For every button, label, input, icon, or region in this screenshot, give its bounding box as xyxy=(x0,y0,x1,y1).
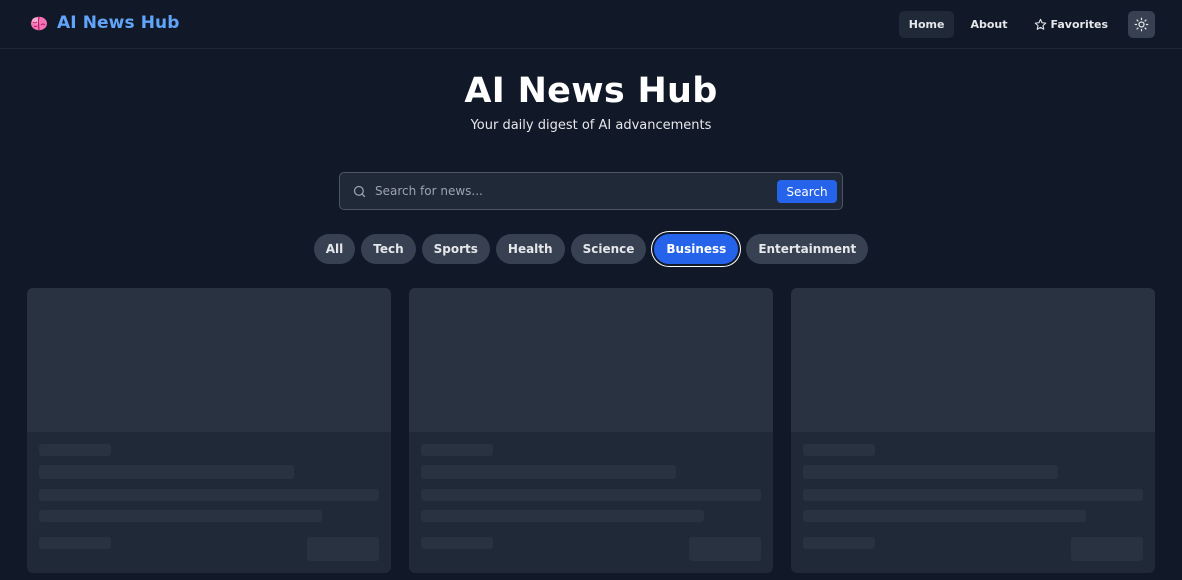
theme-toggle-button[interactable] xyxy=(1128,11,1155,38)
skeleton-button xyxy=(307,537,379,561)
skeleton-title-line xyxy=(803,465,1058,479)
search-input[interactable] xyxy=(375,181,765,201)
skeleton-date-line xyxy=(421,537,493,549)
skeleton-title-line xyxy=(421,465,676,479)
news-card-skeleton xyxy=(791,288,1155,573)
nav-favorites-label: Favorites xyxy=(1050,18,1108,31)
skeleton-text-line xyxy=(421,510,704,522)
skeleton-text-line xyxy=(803,510,1086,522)
skeleton-button xyxy=(1071,537,1143,561)
category-pill-all[interactable]: All xyxy=(313,234,356,264)
news-card-skeleton xyxy=(27,288,391,573)
search-button-label: Search xyxy=(786,184,828,199)
star-icon xyxy=(1034,18,1047,31)
skeleton-text-line xyxy=(803,489,1143,501)
skeleton-text-line xyxy=(39,489,379,501)
category-pill-sports[interactable]: Sports xyxy=(421,234,490,264)
card-image-placeholder xyxy=(791,288,1155,432)
category-pill-label: Science xyxy=(582,242,635,256)
top-nav-bar: AI News Hub Home About Favorites xyxy=(0,0,1182,49)
skeleton-category-line xyxy=(803,444,875,456)
brain-icon xyxy=(29,13,49,33)
skeleton-title-line xyxy=(39,465,294,479)
search-button[interactable]: Search xyxy=(777,180,837,203)
category-pill-label: Sports xyxy=(433,242,478,256)
skeleton-text-line xyxy=(421,489,761,501)
category-pill-health[interactable]: Health xyxy=(495,234,565,264)
skeleton-text-line xyxy=(39,510,322,522)
sun-icon xyxy=(1134,17,1149,32)
skeleton-date-line xyxy=(803,537,875,549)
page-title: AI News Hub xyxy=(464,71,718,111)
nav-about-label: About xyxy=(970,18,1008,31)
skeleton-button xyxy=(689,537,761,561)
category-pill-label: Tech xyxy=(373,242,404,256)
page-subtitle: Your daily digest of AI advancements xyxy=(470,118,712,133)
category-pill-label: Health xyxy=(507,242,553,256)
category-filter-bar: All Tech Sports Health Science Business … xyxy=(0,234,1182,264)
category-pill-business[interactable]: Business xyxy=(654,234,739,264)
category-pill-tech[interactable]: Tech xyxy=(361,234,416,264)
brand-logo-link[interactable]: AI News Hub xyxy=(29,13,180,33)
card-image-placeholder xyxy=(409,288,773,432)
category-pill-entertainment[interactable]: Entertainment xyxy=(746,234,869,264)
nav-about-button[interactable]: About xyxy=(960,11,1017,38)
search-bar: Search xyxy=(339,172,843,210)
category-pill-label: All xyxy=(325,242,344,256)
nav-home-button[interactable]: Home xyxy=(898,11,955,38)
skeleton-date-line xyxy=(39,537,111,549)
category-pill-science[interactable]: Science xyxy=(570,234,647,264)
skeleton-category-line xyxy=(39,444,111,456)
skeleton-category-line xyxy=(421,444,493,456)
search-icon xyxy=(352,184,367,199)
nav-favorites-button[interactable]: Favorites xyxy=(1024,11,1118,38)
news-card-skeleton xyxy=(409,288,773,573)
nav-home-label: Home xyxy=(908,18,945,31)
card-image-placeholder xyxy=(27,288,391,432)
category-pill-label: Entertainment xyxy=(758,242,857,256)
main-nav: Home About Favorites xyxy=(898,11,1155,38)
category-pill-label: Business xyxy=(666,242,727,256)
brand-title: AI News Hub xyxy=(57,13,180,33)
